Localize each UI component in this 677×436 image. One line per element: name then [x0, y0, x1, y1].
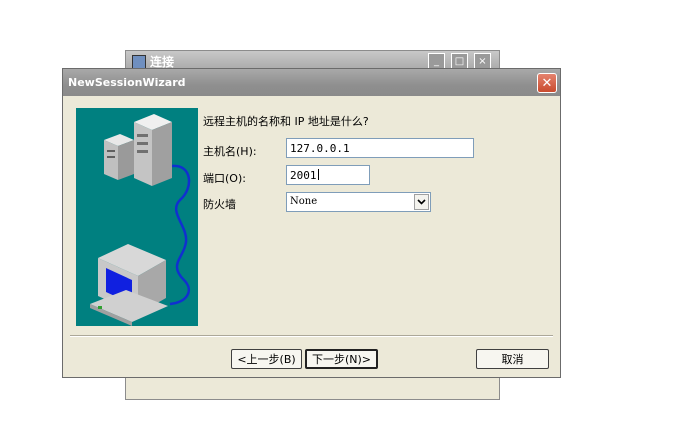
close-button[interactable]: ✕	[537, 73, 557, 93]
question-text: 远程主机的名称和 IP 地址是什么?	[203, 115, 369, 128]
dropdown-button[interactable]	[414, 194, 429, 210]
host-value: 127.0.0.1	[290, 142, 350, 155]
network-illustration	[76, 108, 198, 326]
host-input[interactable]: 127.0.0.1	[286, 138, 474, 158]
computer-icon	[90, 244, 168, 326]
firewall-value: None	[290, 196, 318, 207]
tower-server-icon	[134, 114, 172, 186]
separator	[70, 335, 553, 337]
chevron-down-icon	[417, 199, 426, 205]
next-button[interactable]: 下一步(N)>	[305, 349, 378, 369]
dialog-titlebar: NewSessionWizard ✕	[63, 69, 560, 96]
maximize-icon[interactable]: □	[451, 53, 468, 69]
cancel-button[interactable]: 取消	[476, 349, 549, 369]
host-label: 主机名(H):	[203, 145, 257, 158]
port-value: 2001	[290, 169, 317, 182]
close-icon: ✕	[541, 75, 553, 91]
network-illustration-graphic	[90, 114, 191, 326]
server-icon	[104, 134, 134, 180]
new-session-wizard-dialog: NewSessionWizard ✕ 远程主机的名称和 IP 地址是什么? 主机…	[62, 68, 561, 378]
port-input[interactable]: 2001	[286, 165, 370, 185]
port-label: 端口(O):	[203, 172, 246, 185]
back-button[interactable]: <上一步(B)	[231, 349, 302, 369]
firewall-select[interactable]: None	[286, 192, 431, 212]
dialog-title: NewSessionWizard	[68, 76, 186, 89]
text-caret	[317, 169, 319, 180]
minimize-icon[interactable]: _	[428, 53, 445, 69]
firewall-label: 防火墙	[203, 198, 236, 211]
network-cable	[169, 164, 191, 306]
window-icon	[132, 55, 146, 69]
close-icon[interactable]: ×	[474, 53, 491, 69]
